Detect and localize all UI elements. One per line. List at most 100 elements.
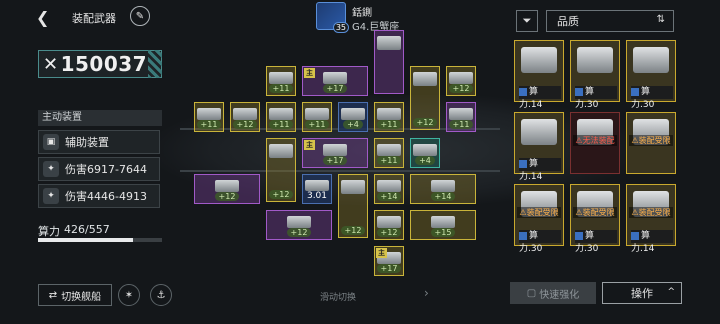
crossed-swords-icon: ✕ xyxy=(43,53,59,75)
inventory-item[interactable]: ⚠装配受限 算力.30 xyxy=(514,184,564,254)
slot-bonus: +17 xyxy=(322,156,348,165)
weapon-damage-button-1[interactable]: ✦ 伤害6917-7644 xyxy=(38,157,160,181)
weapon-slot[interactable]: +11 xyxy=(374,102,404,132)
weapon-slot[interactable]: +12 xyxy=(446,66,476,96)
fleet-icon[interactable]: ⚓ xyxy=(150,284,172,306)
action-menu-button[interactable]: 操作 ^ xyxy=(602,282,682,304)
weapon-slot[interactable]: +12 xyxy=(194,174,260,204)
slot-bonus: 3.01 xyxy=(306,191,328,201)
weapon-slot[interactable]: +12 xyxy=(266,210,332,240)
chevron-right-icon: › xyxy=(424,286,429,300)
weapon-icon xyxy=(577,47,613,73)
inventory-item[interactable]: ⚠装配受限 xyxy=(626,112,676,174)
chip-icon xyxy=(519,87,527,96)
damage-label: 伤害4446-4913 xyxy=(65,190,147,203)
weapon-slot[interactable]: +11 xyxy=(266,66,296,96)
slot-bonus: +11 xyxy=(268,84,294,93)
weapon-slot[interactable]: +11 xyxy=(374,138,404,168)
item-power: 算力.30 xyxy=(631,86,673,110)
slot-bonus: +15 xyxy=(430,228,456,237)
chip-icon xyxy=(631,231,639,240)
item-power: 算力.30 xyxy=(575,230,617,254)
quick-upgrade-button[interactable]: ▢ 快速强化 xyxy=(510,282,596,304)
slot-bonus: +12 xyxy=(286,228,312,237)
weapon-slot[interactable]: +11 xyxy=(302,102,332,132)
ship-avatar[interactable]: 35 xyxy=(316,2,349,33)
weapon-icon xyxy=(431,216,455,228)
weapon-icon xyxy=(377,216,401,228)
damage-label: 伤害6917-7644 xyxy=(65,163,147,176)
capacity-label: 算力 xyxy=(38,225,60,238)
inventory-panel: 算力.14 算力.30 算力.30 算力.14 ⚠无法装配 ⚠装配受限 ⚠装配受限 算力.30… xyxy=(514,40,686,276)
equip-warning: ⚠装配受限 xyxy=(517,207,561,218)
switch-ship-button[interactable]: ⇄ 切换舰船 xyxy=(38,284,112,306)
weapon-slot[interactable]: 主 +17 xyxy=(302,138,368,168)
weapon-icon xyxy=(215,180,239,192)
weapon-slot[interactable]: +12 xyxy=(338,174,368,238)
weapon-slot[interactable]: +15 xyxy=(410,210,476,240)
weapon-icon xyxy=(269,144,293,158)
item-power: 算力.30 xyxy=(575,86,617,110)
slot-bonus: +4 xyxy=(343,120,363,129)
weapon-icon xyxy=(449,108,473,120)
formation-icon[interactable]: ✶ xyxy=(118,284,140,306)
pencil-icon[interactable]: ✎ xyxy=(130,6,150,26)
item-power: 算力.14 xyxy=(631,230,673,254)
slot-bonus: +12 xyxy=(232,120,258,129)
slot-bonus: +12 xyxy=(412,118,438,127)
back-arrow-icon[interactable]: ❮ xyxy=(36,8,49,27)
aux-device-button[interactable]: ▣ 辅助装置 xyxy=(38,130,160,154)
weapon-slot[interactable]: +12 xyxy=(230,102,260,132)
weapon-slot[interactable]: +14 xyxy=(410,174,476,204)
claw-icon: ✦ xyxy=(43,161,59,177)
weapon-slot[interactable]: +14 xyxy=(374,174,404,204)
slot-bonus: +12 xyxy=(448,84,474,93)
inventory-item[interactable]: 算力.30 xyxy=(570,40,620,110)
inventory-item[interactable]: 算力.14 xyxy=(514,112,564,182)
sort-select[interactable]: 品质 ⇅ xyxy=(546,10,674,32)
weapon-slot[interactable]: +11 xyxy=(446,102,476,132)
weapon-slot[interactable]: 主 +17 xyxy=(374,246,404,276)
weapon-icon xyxy=(413,72,437,86)
weapon-icon xyxy=(431,180,455,192)
power-score: ✕ 150037 xyxy=(38,50,162,78)
weapon-icon xyxy=(197,108,221,120)
weapon-icon xyxy=(305,108,329,120)
filter-icon[interactable]: ⏷ xyxy=(516,10,538,32)
inventory-item[interactable]: ⚠无法装配 xyxy=(570,112,620,174)
item-power: 算力.14 xyxy=(519,86,561,110)
chip-icon xyxy=(519,231,527,240)
weapon-slot[interactable]: +4 xyxy=(410,138,440,168)
weapon-slot[interactable]: +11 xyxy=(266,102,296,132)
weapon-icon xyxy=(449,72,473,84)
weapon-slot[interactable]: 3.01 xyxy=(302,174,332,204)
weapon-icon xyxy=(323,144,347,156)
weapon-slot[interactable] xyxy=(374,30,404,94)
inventory-item[interactable]: 算力.14 xyxy=(514,40,564,110)
weapon-slot[interactable]: 主 +17 xyxy=(302,66,368,96)
swap-icon: ⇄ xyxy=(48,289,58,301)
lock-icon: ▢ xyxy=(526,287,537,299)
slot-bonus: +11 xyxy=(304,120,330,129)
inventory-item[interactable]: ⚠装配受限 算力.14 xyxy=(626,184,676,254)
inventory-item[interactable]: ⚠装配受限 算力.30 xyxy=(570,184,620,254)
main-weapon-tag: 主 xyxy=(304,68,315,78)
weapon-icon xyxy=(377,144,401,156)
main-weapon-tag: 主 xyxy=(376,248,387,258)
weapon-slot[interactable]: +12 xyxy=(266,138,296,202)
weapon-slot[interactable]: +12 xyxy=(374,210,404,240)
weapon-slot[interactable]: +11 xyxy=(194,102,224,132)
slot-bonus: +11 xyxy=(376,120,402,129)
sort-label: 品质 xyxy=(557,15,579,28)
slot-bonus: +17 xyxy=(376,264,402,273)
capacity-value: 426/557 xyxy=(64,223,110,236)
inventory-item[interactable]: 算力.30 xyxy=(626,40,676,110)
item-power: 算力.14 xyxy=(519,158,561,182)
weapon-damage-button-2[interactable]: ✦ 伤害4446-4913 xyxy=(38,184,160,208)
weapon-slot[interactable]: +12 xyxy=(410,66,440,130)
weapon-slot[interactable]: +4 xyxy=(338,102,368,132)
weapon-icon xyxy=(269,72,293,84)
slot-bonus: +12 xyxy=(214,192,240,201)
equip-warning: ⚠装配受限 xyxy=(629,135,673,146)
slot-bonus: +17 xyxy=(322,84,348,93)
